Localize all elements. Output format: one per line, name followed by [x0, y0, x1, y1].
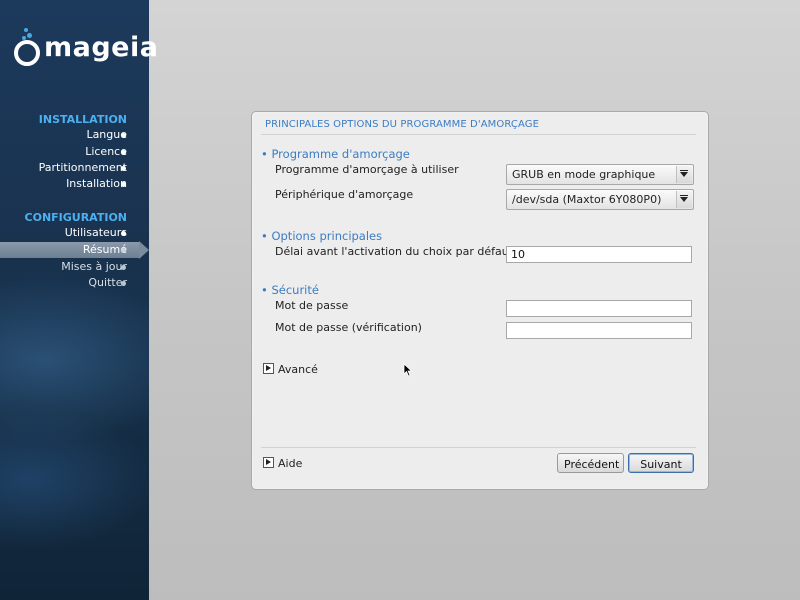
bootloader-options-dialog: PRINCIPALES OPTIONS DU PROGRAMME D'AMORÇ…	[251, 111, 709, 490]
sidebar-item-label: Langue	[86, 128, 127, 141]
password-label: Mot de passe	[275, 299, 349, 312]
boot-device-combo-value: /dev/sda (Maxtor 6Y080P0)	[512, 193, 662, 206]
group-title-security: • Sécurité	[261, 283, 319, 297]
sidebar-item-langue[interactable]: Langue	[0, 127, 149, 143]
boot-device-label: Périphérique d'amorçage	[275, 188, 414, 201]
help-expander[interactable]: Aide	[263, 457, 302, 470]
mouse-pointer-icon	[403, 363, 413, 377]
sidebar-item-licence[interactable]: Licence	[0, 144, 149, 160]
installer-sidebar: mageia INSTALLATION Langue Licence Parti…	[0, 0, 158, 600]
group-title-main-options: • Options principales	[261, 229, 383, 243]
group-title-text: Options principales	[271, 229, 383, 243]
sidebar-item-label: Mises à jour	[61, 260, 127, 273]
sidebar-item-label: Installation	[66, 177, 127, 190]
logo-bubble-icon	[27, 33, 32, 38]
sidebar-item-resume[interactable]: Résumé	[0, 241, 149, 259]
password-verify-label: Mot de passe (vérification)	[275, 321, 422, 334]
step-current-bullet-icon	[121, 248, 126, 253]
combo-arrow-icon[interactable]	[676, 166, 692, 183]
password-verify-input[interactable]	[506, 322, 692, 339]
sidebar-item-label: Utilisateurs	[64, 226, 127, 239]
advanced-label: Avancé	[278, 363, 318, 376]
step-done-bullet-icon	[121, 182, 126, 187]
boot-device-combo[interactable]: /dev/sda (Maxtor 6Y080P0)	[506, 189, 694, 210]
combo-arrow-icon[interactable]	[676, 191, 692, 208]
help-label: Aide	[278, 457, 303, 470]
logo-bubble-icon	[24, 28, 28, 32]
group-title-text: Sécurité	[271, 283, 319, 297]
logo-ring-icon	[14, 40, 40, 66]
default-delay-label: Délai avant l'activation du choix par dé…	[275, 245, 514, 258]
bootloader-combo[interactable]: GRUB en mode graphique	[506, 164, 694, 185]
step-done-bullet-icon	[121, 150, 126, 155]
step-done-bullet-icon	[121, 231, 126, 236]
sidebar-section-configuration: CONFIGURATION	[24, 211, 127, 224]
footer-divider	[261, 447, 696, 448]
expander-arrow-icon	[263, 457, 274, 468]
sidebar-item-quitter[interactable]: Quitter	[0, 275, 149, 291]
sidebar-item-label: Partitionnement	[38, 161, 127, 174]
bootloader-label: Programme d'amorçage à utiliser	[275, 163, 459, 176]
next-button[interactable]: Suivant	[628, 453, 694, 473]
sidebar-item-label: Résumé	[82, 243, 127, 256]
sidebar-section-installation: INSTALLATION	[38, 113, 127, 126]
step-pending-bullet-icon	[121, 265, 126, 270]
dialog-title: PRINCIPALES OPTIONS DU PROGRAMME D'AMORÇ…	[265, 119, 540, 130]
bootloader-combo-value: GRUB en mode graphique	[512, 168, 656, 181]
password-input[interactable]	[506, 300, 692, 317]
group-title-bootloader: • Programme d'amorçage	[261, 147, 410, 161]
sidebar-item-label: Licence	[85, 145, 127, 158]
group-title-text: Programme d'amorçage	[271, 147, 410, 161]
step-done-bullet-icon	[121, 166, 126, 171]
sidebar-item-label: Quitter	[88, 276, 127, 289]
brand-name: mageia	[44, 32, 159, 63]
default-delay-input[interactable]	[506, 246, 692, 263]
sidebar-item-installation[interactable]: Installation	[0, 176, 149, 192]
mageia-logo: mageia	[14, 28, 158, 72]
step-done-bullet-icon	[121, 133, 126, 138]
step-pending-bullet-icon	[121, 281, 126, 286]
sidebar-item-partitionnement[interactable]: Partitionnement	[0, 160, 149, 176]
sidebar-item-utilisateurs[interactable]: Utilisateurs	[0, 225, 149, 241]
expander-arrow-icon	[263, 363, 274, 374]
previous-button[interactable]: Précédent	[557, 453, 624, 473]
title-divider	[261, 134, 696, 135]
advanced-expander[interactable]: Avancé	[263, 363, 318, 376]
sidebar-item-mises-a-jour[interactable]: Mises à jour	[0, 259, 149, 275]
